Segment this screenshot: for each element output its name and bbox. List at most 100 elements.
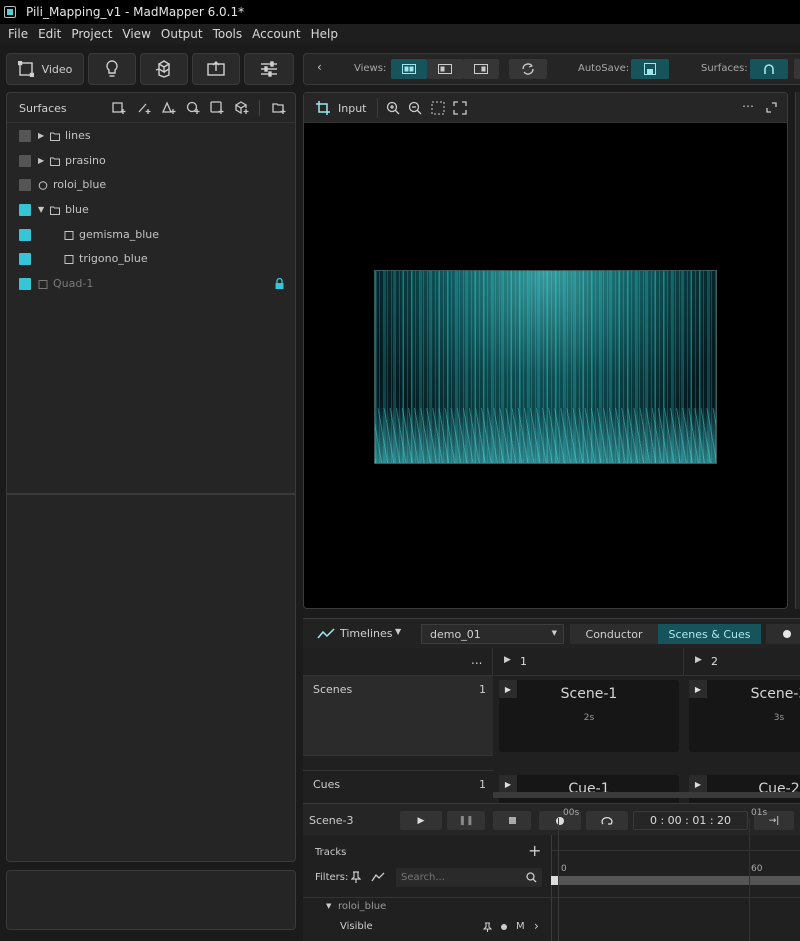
surface-row[interactable]: roloi_blue (7, 173, 295, 197)
menu-account[interactable]: Account (252, 27, 300, 41)
sync-button[interactable] (509, 59, 547, 79)
stop-button[interactable] (493, 811, 531, 830)
timeline-range-bar[interactable] (552, 876, 800, 885)
zoom-out-icon[interactable] (408, 101, 422, 115)
view-input-button[interactable] (427, 59, 463, 79)
curve-filter-icon[interactable] (371, 872, 385, 882)
add-3d-object-icon[interactable] (234, 101, 249, 115)
visibility-checkbox[interactable] (19, 253, 31, 265)
play-icon[interactable]: ▶ (695, 655, 702, 665)
surface-row[interactable]: ▶ lines (7, 124, 295, 148)
timeline-select[interactable]: demo_01 ▼ (421, 624, 564, 644)
playhead-handle[interactable] (551, 876, 558, 885)
pin-icon[interactable] (483, 922, 492, 932)
add-mesh-icon[interactable] (210, 101, 224, 115)
autosave-toggle[interactable] (631, 59, 669, 79)
menu-output[interactable]: Output (161, 27, 203, 41)
mute-toggle[interactable]: M (516, 921, 525, 932)
3d-mode-button[interactable] (140, 53, 188, 85)
lock-icon[interactable] (275, 277, 284, 292)
menu-view[interactable]: View (122, 27, 150, 41)
fit-all-icon[interactable] (453, 101, 467, 115)
column-header[interactable]: ▶ 2 (685, 648, 800, 676)
surface-row[interactable]: ▶ prasino (7, 149, 295, 173)
add-circle-icon[interactable] (186, 101, 200, 115)
column-header[interactable]: ▶ 1 (494, 648, 684, 676)
visibility-checkbox[interactable] (19, 179, 31, 191)
record-icon (783, 630, 791, 638)
track-group-name[interactable]: roloi_blue (338, 901, 386, 912)
chevron-right-icon[interactable]: ▶ (38, 131, 44, 140)
pin-icon[interactable] (351, 871, 361, 883)
view-output-button[interactable] (463, 59, 499, 79)
track-search-field[interactable] (401, 870, 516, 885)
visibility-checkbox[interactable] (19, 229, 31, 241)
menu-help[interactable]: Help (311, 27, 338, 41)
chevron-down-icon[interactable]: ▼ (38, 205, 44, 214)
surface-row[interactable]: gemisma_blue (7, 223, 295, 247)
menu-edit[interactable]: Edit (38, 27, 61, 41)
add-track-icon[interactable]: + (528, 841, 541, 860)
scene-card[interactable]: ▶ Scene-1 2s (499, 680, 679, 752)
play-button[interactable]: ▶ (400, 811, 442, 830)
input-viewport[interactable]: Input ⋯ (303, 92, 788, 609)
add-folder-icon[interactable] (272, 101, 286, 115)
fit-selection-icon[interactable] (431, 101, 445, 115)
lights-mode-button[interactable] (88, 53, 136, 85)
grid-corner: ... (303, 648, 493, 676)
loop-button[interactable] (586, 811, 628, 830)
chevron-left-icon[interactable]: ‹ (317, 60, 322, 74)
chevron-right-icon[interactable]: › (534, 919, 539, 933)
video-mode-button[interactable]: Video (6, 53, 84, 85)
visibility-checkbox[interactable] (19, 278, 31, 290)
record-tab[interactable] (766, 624, 800, 644)
chevron-down-icon[interactable]: ▼ (326, 902, 331, 910)
tab-scenes-cues[interactable]: Scenes & Cues (658, 624, 761, 644)
view-split-button[interactable] (391, 59, 427, 79)
add-quad-icon[interactable] (112, 101, 126, 115)
visibility-checkbox[interactable] (19, 130, 31, 142)
timecode-display[interactable]: 0 : 00 : 01 : 20 (633, 811, 748, 830)
record-dot-icon[interactable] (501, 924, 507, 930)
track-param-name[interactable]: Visible (340, 921, 373, 932)
surfaces-panel: Surfaces ▶ lines ▶ prasino roloi_blue ▼ blue ge… (6, 92, 296, 862)
menu-tools[interactable]: Tools (213, 27, 243, 41)
timelines-dropdown-label[interactable]: Timelines (340, 627, 393, 640)
menu-project[interactable]: Project (71, 27, 112, 41)
horizontal-scrollbar[interactable] (493, 792, 800, 798)
ruler-label-1: 01s (751, 808, 768, 818)
input-tab-label[interactable]: Input (338, 102, 366, 115)
surface-row[interactable]: Quad-1 (7, 272, 295, 296)
surface-row[interactable]: trigono_blue (7, 247, 295, 271)
add-triangle-icon[interactable] (161, 101, 176, 115)
scene-card[interactable]: ▶ Scene-3 3s (689, 680, 800, 752)
grid-more-icon[interactable]: ... (471, 653, 482, 667)
tab-conductor[interactable]: Conductor (570, 624, 658, 644)
timecode-value: 0 : 00 : 01 : 20 (649, 814, 732, 827)
visibility-checkbox[interactable] (19, 204, 31, 216)
zoom-in-icon[interactable] (386, 101, 400, 115)
output-mode-button[interactable] (192, 53, 240, 85)
surface-row[interactable]: ▼ blue (7, 198, 295, 222)
expand-icon[interactable] (766, 102, 777, 113)
surfaces-toggle[interactable] (750, 59, 788, 79)
cue-card[interactable]: ▶ Cue-1 (499, 775, 679, 803)
chevron-down-icon[interactable]: ▼ (395, 627, 401, 636)
scenes-row-header[interactable]: Scenes 1 (303, 676, 493, 756)
add-line-icon[interactable] (137, 101, 151, 115)
chevron-right-icon[interactable]: ▶ (38, 156, 44, 165)
pause-button[interactable]: ❚❚ (447, 811, 485, 830)
skip-end-icon: →| (768, 815, 780, 826)
play-icon[interactable]: ▶ (504, 655, 511, 665)
settings-mode-button[interactable] (244, 53, 294, 85)
cue-card[interactable]: ▶ Cue-2 (689, 775, 800, 803)
more-options-icon[interactable]: ⋯ (742, 99, 754, 113)
cues-row-header[interactable]: Cues 1 (303, 770, 493, 803)
time-ruler[interactable] (552, 835, 800, 851)
track-search-input[interactable] (396, 868, 542, 887)
menu-file[interactable]: File (8, 27, 28, 41)
transport-bar: Scene-3 ▶ ❚❚ 0 : 00 : 01 : 20 →| (303, 803, 800, 835)
panel-divider[interactable] (7, 493, 295, 495)
visibility-checkbox[interactable] (19, 155, 31, 167)
toolbar-overflow[interactable] (794, 59, 800, 79)
